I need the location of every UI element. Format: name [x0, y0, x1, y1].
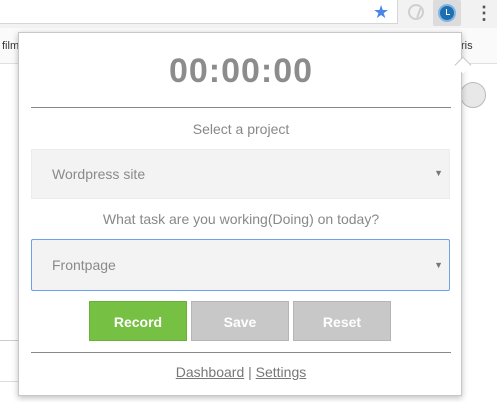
- settings-link[interactable]: Settings: [256, 364, 307, 380]
- task-select[interactable]: Frontpage ▼: [31, 239, 450, 291]
- divider: [31, 352, 451, 353]
- timer-display: 00:00:00: [168, 52, 314, 90]
- reset-button[interactable]: Reset: [293, 301, 391, 341]
- footer-links: Dashboard | Settings: [19, 364, 463, 380]
- link-separator: |: [248, 364, 252, 380]
- bookmark-item[interactable]: film: [2, 40, 19, 52]
- chevron-down-icon: ▼: [434, 168, 443, 178]
- project-label: Select a project: [192, 121, 290, 137]
- chevron-down-icon: ▼: [434, 260, 443, 270]
- dashboard-link[interactable]: Dashboard: [176, 364, 245, 380]
- project-select[interactable]: Wordpress site ▼: [31, 149, 450, 199]
- avatar: [460, 82, 486, 108]
- star-icon[interactable]: ★: [373, 2, 389, 22]
- clock-icon: [438, 4, 456, 22]
- extension-icon[interactable]: [408, 4, 424, 20]
- save-button[interactable]: Save: [191, 301, 289, 341]
- project-select-value: Wordpress site: [52, 166, 146, 182]
- browser-toolbar: ★ ⋮: [0, 0, 497, 28]
- address-bar[interactable]: [0, 0, 398, 24]
- divider: [31, 107, 451, 108]
- extension-popup: 00:00:00 Select a project Wordpress site…: [18, 32, 472, 396]
- kebab-menu-icon[interactable]: ⋮: [475, 3, 493, 23]
- task-select-value: Frontpage: [52, 257, 116, 273]
- bookmark-item[interactable]: ris: [461, 40, 473, 52]
- timer-extension-button[interactable]: [433, 0, 461, 26]
- task-label: What task are you working(Doing) on toda…: [102, 211, 380, 227]
- record-button[interactable]: Record: [89, 301, 187, 341]
